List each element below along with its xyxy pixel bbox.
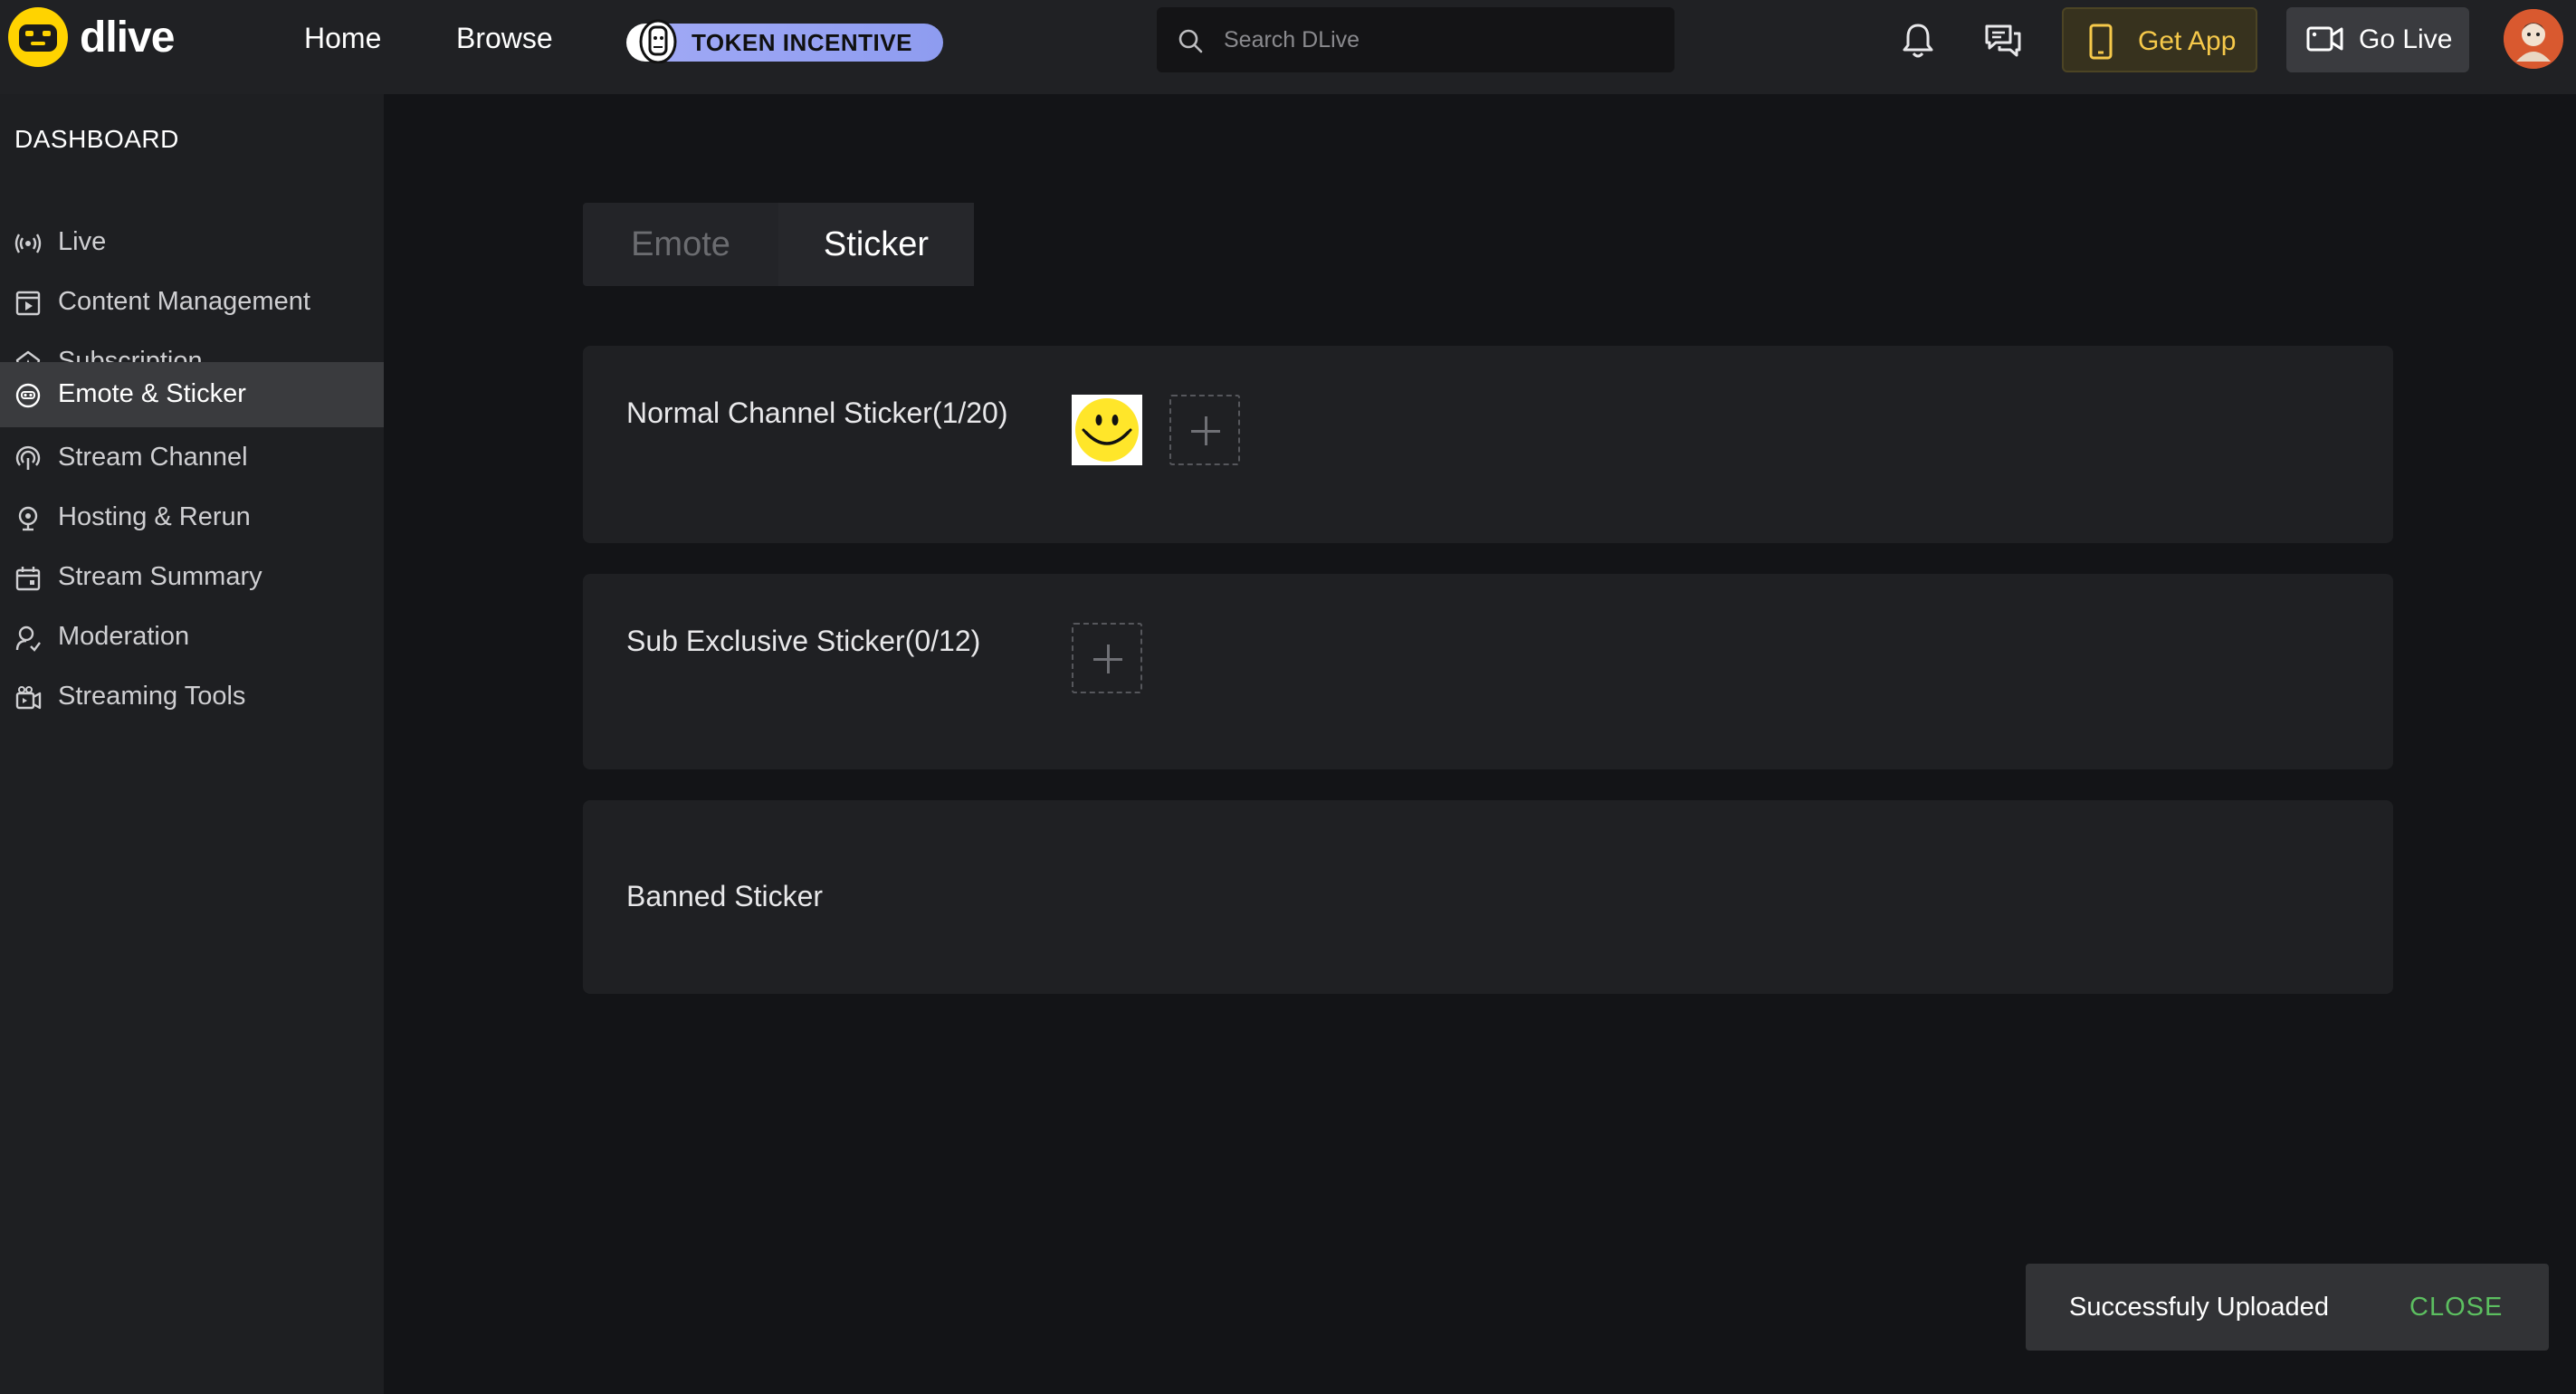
user-avatar[interactable] bbox=[2504, 9, 2563, 69]
content-icon bbox=[15, 291, 41, 316]
sidebar-title: DASHBOARD bbox=[14, 125, 179, 153]
tab-sticker[interactable]: Sticker bbox=[778, 203, 974, 286]
top-bar: dlive Home Browse TOKEN INCENTIVE Search… bbox=[0, 0, 2576, 94]
get-app-button[interactable]: Get App bbox=[2062, 7, 2257, 72]
add-normal-sticker-button[interactable] bbox=[1169, 395, 1240, 465]
notification-bell-icon[interactable] bbox=[1897, 20, 1939, 62]
dlive-logo[interactable]: dlive bbox=[7, 6, 175, 68]
sidebar-item-stream-channel[interactable]: Stream Channel bbox=[0, 425, 384, 491]
upload-success-toast: Successfuly Uploaded CLOSE bbox=[2026, 1264, 2549, 1351]
banned-sticker-title: Banned Sticker bbox=[626, 880, 824, 912]
video-camera-icon bbox=[2306, 26, 2343, 52]
token-mascot-icon bbox=[639, 19, 677, 63]
sidebar-item-label: Moderation bbox=[58, 622, 190, 651]
sidebar-item-label: Content Management bbox=[58, 287, 310, 316]
sidebar-item-moderation[interactable]: Moderation bbox=[0, 605, 384, 670]
sidebar-item-label: Streaming Tools bbox=[58, 682, 246, 711]
phone-icon bbox=[2089, 24, 2113, 60]
search-icon bbox=[1178, 29, 1203, 53]
smiley-face-icon bbox=[1072, 395, 1142, 465]
toast-close-button[interactable]: CLOSE bbox=[2409, 1293, 2503, 1322]
sidebar-item-label: Stream Channel bbox=[58, 443, 248, 472]
go-live-label: Go Live bbox=[2359, 24, 2453, 54]
emote-icon bbox=[15, 383, 41, 408]
sidebar-item-label: Hosting & Rerun bbox=[58, 502, 251, 531]
token-incentive-banner[interactable]: TOKEN INCENTIVE bbox=[626, 19, 943, 63]
avatar-image bbox=[2504, 9, 2563, 69]
normal-channel-sticker-title: Normal Channel Sticker(1/20) bbox=[626, 396, 1008, 429]
dashboard-sidebar: DASHBOARD Live Content Management Subscr… bbox=[0, 94, 384, 1394]
emote-sticker-tabs: Emote Sticker bbox=[583, 203, 974, 286]
sidebar-item-label: Emote & Sticker bbox=[58, 379, 246, 408]
hosting-icon bbox=[18, 506, 38, 531]
streaming-tools-icon bbox=[15, 686, 42, 710]
search-input[interactable] bbox=[1224, 22, 1658, 58]
dlive-logo-icon bbox=[8, 7, 68, 67]
nav-home[interactable]: Home bbox=[304, 22, 381, 55]
sidebar-item-emote-sticker[interactable]: Emote & Sticker bbox=[0, 362, 384, 427]
add-sub-sticker-button[interactable] bbox=[1072, 623, 1142, 693]
sub-exclusive-sticker-panel: Sub Exclusive Sticker(0/12) bbox=[583, 574, 2393, 769]
messages-icon[interactable] bbox=[1982, 20, 2024, 62]
sidebar-item-label: Live bbox=[58, 227, 107, 256]
sidebar-item-live[interactable]: Live bbox=[0, 210, 384, 275]
search-bar[interactable] bbox=[1157, 7, 1674, 72]
live-broadcast-icon bbox=[14, 234, 42, 253]
sidebar-item-stream-summary[interactable]: Stream Summary bbox=[0, 545, 384, 610]
tab-emote[interactable]: Emote bbox=[583, 203, 778, 286]
get-app-label: Get App bbox=[2138, 26, 2237, 56]
go-live-button[interactable]: Go Live bbox=[2286, 7, 2469, 72]
moderation-icon bbox=[15, 625, 41, 652]
sidebar-item-hosting-rerun[interactable]: Hosting & Rerun bbox=[0, 485, 384, 550]
sidebar-item-streaming-tools[interactable]: Streaming Tools bbox=[0, 664, 384, 730]
sidebar-item-label: Stream Summary bbox=[58, 562, 262, 591]
banned-sticker-panel: Banned Sticker bbox=[583, 800, 2393, 994]
calendar-icon bbox=[15, 567, 41, 591]
sticker-thumbnail[interactable] bbox=[1072, 395, 1142, 465]
nav-browse[interactable]: Browse bbox=[456, 22, 553, 55]
sidebar-item-content-management[interactable]: Content Management bbox=[0, 270, 384, 335]
token-incentive-label: TOKEN INCENTIVE bbox=[692, 29, 912, 56]
stream-channel-icon bbox=[15, 445, 41, 470]
toast-message: Successfuly Uploaded bbox=[2069, 1293, 2329, 1322]
logo-text: dlive bbox=[80, 13, 175, 62]
sub-exclusive-sticker-title: Sub Exclusive Sticker(0/12) bbox=[626, 625, 981, 657]
normal-channel-sticker-panel: Normal Channel Sticker(1/20) bbox=[583, 346, 2393, 543]
